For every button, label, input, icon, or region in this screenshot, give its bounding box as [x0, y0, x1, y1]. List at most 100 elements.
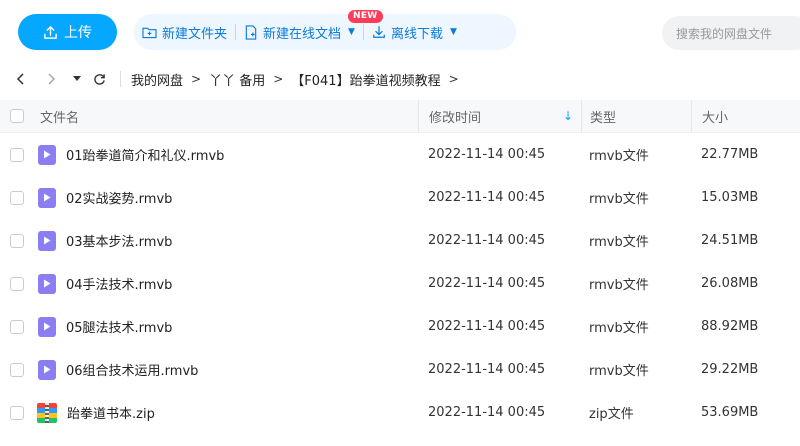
video-file-icon [38, 230, 56, 251]
file-name[interactable]: 04手法技术.rmvb [66, 274, 172, 293]
table-row[interactable]: 03基本步法.rmvb 2022-11-14 00:45 rmvb文件 24.5… [0, 219, 800, 262]
row-check-cell [0, 147, 36, 162]
file-list: 01跆拳道简介和礼仪.rmvb 2022-11-14 00:45 rmvb文件 … [0, 133, 800, 434]
tool-group: 新建文件夹 新建在线文档 ▼ 离线下载 ▼ [134, 14, 516, 50]
back-button[interactable] [10, 68, 32, 90]
chevron-down-icon: ▼ [449, 27, 457, 37]
row-checkbox[interactable] [10, 362, 24, 377]
upload-icon [44, 25, 57, 39]
file-modified: 2022-11-14 00:45 [428, 233, 546, 248]
folder-plus-icon [142, 27, 157, 38]
search-input[interactable]: 搜索我的网盘文件 [662, 16, 800, 50]
header-name-label: 文件名 [40, 110, 80, 126]
file-name[interactable]: 01跆拳道简介和礼仪.rmvb [66, 145, 224, 164]
row-checkbox[interactable] [10, 319, 24, 334]
toolbar: 上传 新建文件夹 新建在线文档 ▼ 离线下载 ▼ NEW 搜索我的网盘文件 [0, 0, 800, 62]
nav-divider [120, 71, 121, 87]
video-file-icon [38, 187, 56, 208]
video-file-icon [38, 144, 56, 165]
file-name[interactable]: 02实战姿势.rmvb [66, 188, 172, 207]
row-checkbox[interactable] [10, 190, 24, 205]
breadcrumb-item-folder[interactable]: 丫丫 备用 [209, 70, 265, 89]
select-all-cell [0, 100, 36, 133]
table-row[interactable]: 02实战姿势.rmvb 2022-11-14 00:45 rmvb文件 15.0… [0, 176, 800, 219]
file-type: zip文件 [589, 407, 634, 422]
new-folder-label: 新建文件夹 [162, 26, 228, 42]
refresh-button[interactable] [88, 68, 110, 90]
table-row[interactable]: 跆拳道书本.zip 2022-11-14 00:45 zip文件 53.69MB [0, 391, 800, 434]
zip-file-icon [37, 402, 57, 423]
row-check-cell [0, 319, 36, 334]
navigation-bar: 我的网盘 > 丫丫 备用 > 【F041】跆拳道视频教程 > [0, 62, 800, 96]
breadcrumb-item-root[interactable]: 我的网盘 [131, 70, 183, 89]
breadcrumb-separator-icon: > [448, 72, 459, 86]
breadcrumb: 我的网盘 > 丫丫 备用 > 【F041】跆拳道视频教程 > [131, 70, 467, 89]
file-name[interactable]: 跆拳道书本.zip [67, 403, 155, 422]
file-name-cell: 05腿法技术.rmvb [36, 316, 418, 337]
file-size: 29.22MB [701, 362, 759, 377]
search-placeholder: 搜索我的网盘文件 [676, 26, 773, 41]
breadcrumb-item-current[interactable]: 【F041】跆拳道视频教程 [291, 70, 440, 89]
video-file-icon [38, 359, 56, 380]
file-name-cell: 06组合技术运用.rmvb [36, 359, 418, 380]
header-name[interactable]: 文件名 [36, 100, 418, 133]
new-folder-button[interactable]: 新建文件夹 [134, 14, 235, 50]
file-modified: 2022-11-14 00:45 [428, 276, 546, 291]
row-checkbox[interactable] [10, 147, 24, 162]
header-size-label: 大小 [702, 110, 729, 126]
row-checkbox[interactable] [10, 233, 24, 248]
file-type: rmvb文件 [589, 278, 649, 293]
new-online-doc-label: 新建在线文档 [263, 26, 342, 42]
table-row[interactable]: 04手法技术.rmvb 2022-11-14 00:45 rmvb文件 26.0… [0, 262, 800, 305]
file-name-cell: 01跆拳道简介和礼仪.rmvb [36, 144, 418, 165]
file-size: 22.77MB [701, 147, 759, 162]
offline-download-label: 离线下载 [390, 26, 443, 42]
file-size: 88.92MB [701, 319, 759, 334]
file-type: rmvb文件 [589, 364, 649, 379]
row-check-cell [0, 233, 36, 248]
file-type: rmvb文件 [589, 321, 649, 336]
refresh-icon [93, 73, 105, 85]
file-size: 53.69MB [701, 405, 759, 420]
file-name-cell: 04手法技术.rmvb [36, 273, 418, 294]
table-row[interactable]: 05腿法技术.rmvb 2022-11-14 00:45 rmvb文件 88.9… [0, 305, 800, 348]
sort-down-icon[interactable]: ↓ [563, 109, 573, 123]
header-modified[interactable]: 修改时间 ↓ [418, 99, 581, 133]
row-check-cell [0, 276, 36, 291]
row-check-cell [0, 362, 36, 377]
upload-label: 上传 [64, 25, 92, 41]
header-size[interactable]: 大小 [691, 99, 800, 133]
new-online-doc-button[interactable]: 新建在线文档 ▼ [236, 14, 363, 50]
file-name[interactable]: 06组合技术运用.rmvb [66, 360, 198, 379]
table-row[interactable]: 01跆拳道简介和礼仪.rmvb 2022-11-14 00:45 rmvb文件 … [0, 133, 800, 176]
caret-down-icon [73, 76, 81, 81]
row-check-cell [0, 405, 36, 420]
file-modified: 2022-11-14 00:45 [428, 319, 546, 334]
file-name[interactable]: 03基本步法.rmvb [66, 231, 172, 250]
file-table: 文件名 修改时间 ↓ 类型 大小 01跆拳道简介和礼仪.rmvb 2022-11… [0, 99, 800, 434]
header-type[interactable]: 类型 [581, 99, 691, 133]
file-size: 15.03MB [701, 190, 759, 205]
file-name-cell: 02实战姿势.rmvb [36, 187, 418, 208]
table-row[interactable]: 06组合技术运用.rmvb 2022-11-14 00:45 rmvb文件 29… [0, 348, 800, 391]
download-icon [373, 26, 385, 38]
forward-button[interactable] [40, 68, 62, 90]
video-file-icon [38, 273, 56, 294]
video-file-icon [38, 316, 56, 337]
history-dropdown-button[interactable] [66, 68, 88, 90]
chevron-left-icon [16, 73, 24, 85]
file-name-cell: 跆拳道书本.zip [36, 402, 418, 423]
upload-button[interactable]: 上传 [18, 14, 117, 50]
file-modified: 2022-11-14 00:45 [428, 147, 546, 162]
row-checkbox[interactable] [10, 405, 24, 420]
chevron-right-icon [48, 73, 56, 85]
file-modified: 2022-11-14 00:45 [428, 362, 546, 377]
new-doc-icon [245, 24, 257, 40]
chevron-down-icon: ▼ [348, 27, 355, 37]
file-size: 24.51MB [701, 233, 759, 248]
file-name[interactable]: 05腿法技术.rmvb [66, 317, 172, 336]
row-check-cell [0, 190, 36, 205]
select-all-checkbox[interactable] [10, 109, 24, 123]
file-modified: 2022-11-14 00:45 [428, 190, 546, 205]
row-checkbox[interactable] [10, 276, 24, 291]
